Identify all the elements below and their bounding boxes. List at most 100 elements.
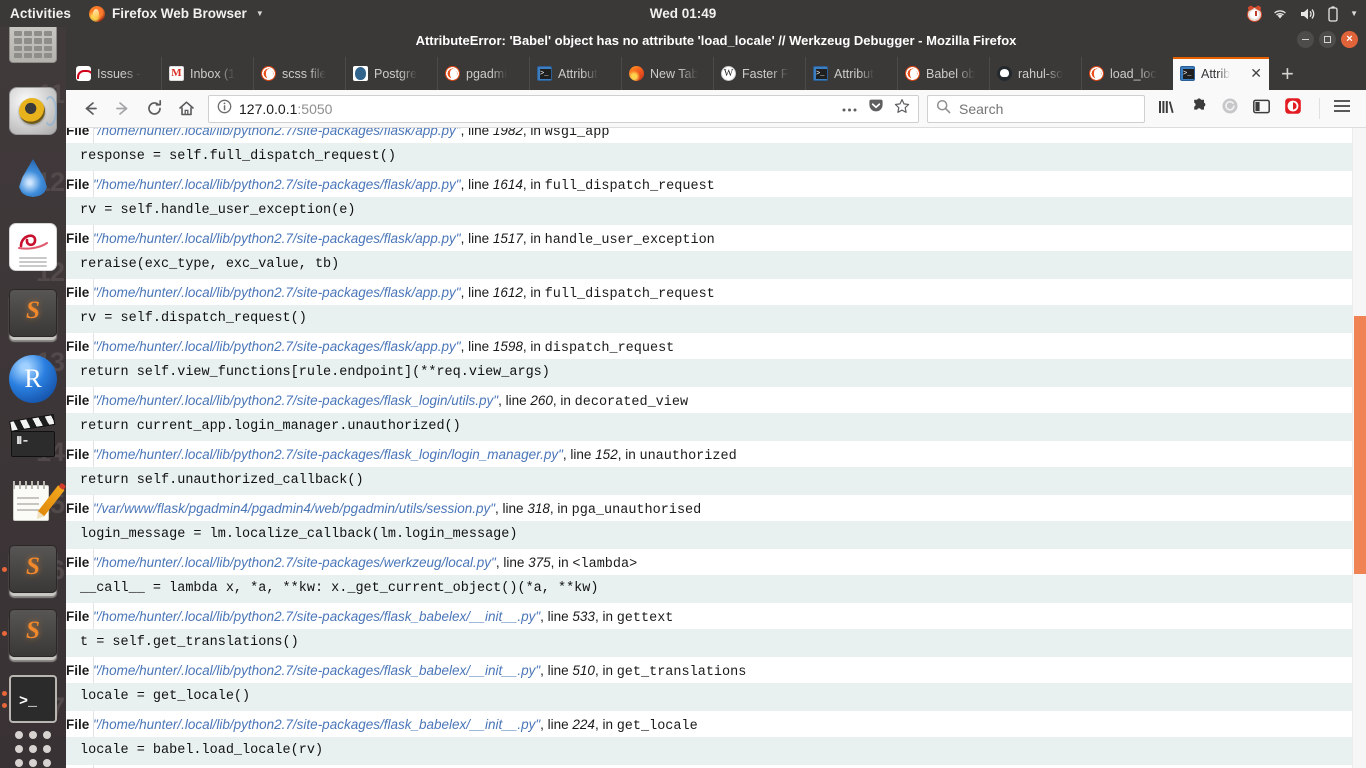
tab-faster-f[interactable]: Faster F	[713, 57, 805, 90]
tab-label: Attrib	[1201, 67, 1230, 81]
tab-close-icon[interactable]: ✕	[1250, 65, 1262, 82]
frame-file-path[interactable]: "/home/hunter/.local/lib/python2.7/site-…	[93, 663, 540, 678]
tab-rahul-so[interactable]: rahul-so	[989, 57, 1081, 90]
frame-file-path[interactable]: "/home/hunter/.local/lib/python2.7/site-…	[93, 447, 563, 462]
tab-issues[interactable]: Issues -	[69, 57, 161, 90]
tab-label: Inbox (1	[190, 67, 235, 81]
dock-item-terminal[interactable]: >_	[9, 675, 57, 723]
dock-item-calculator[interactable]	[9, 27, 57, 63]
battery-icon[interactable]	[1327, 6, 1339, 22]
traceback-frame-header: File "/home/hunter/.local/lib/python2.7/…	[66, 603, 1366, 629]
activities-button[interactable]: Activities	[0, 6, 83, 21]
scrollbar-thumb[interactable]	[1354, 316, 1366, 574]
page-content: File "/home/hunter/.local/lib/python2.7/…	[66, 128, 1366, 768]
tab-attribute-error-active[interactable]: Attrib ✕	[1173, 57, 1269, 90]
hamburger-menu-icon[interactable]	[1319, 98, 1352, 119]
dock-item-rhythmbox[interactable]	[9, 87, 57, 135]
back-arrow-icon[interactable]	[74, 94, 106, 124]
frame-file-path[interactable]: "/home/hunter/.local/lib/python2.7/site-…	[93, 128, 461, 138]
vertical-scrollbar[interactable]	[1352, 128, 1366, 768]
wifi-icon[interactable]	[1272, 7, 1288, 20]
tab-attribute-error-2[interactable]: Attribut	[805, 57, 897, 90]
traceback-frame-header: File "/home/hunter/.local/lib/python2.7/…	[66, 711, 1366, 737]
github-icon	[997, 66, 1012, 81]
url-text[interactable]: 127.0.0.1:5050	[239, 101, 834, 117]
line-keyword: , line	[495, 501, 527, 516]
file-keyword: File	[66, 609, 93, 624]
tab-postgres[interactable]: Postgre	[345, 57, 437, 90]
traceback-source-line: response = self.full_dispatch_request()	[66, 143, 1366, 171]
puzzle-piece-icon[interactable]	[1189, 97, 1208, 120]
url-bar[interactable]: 127.0.0.1:5050	[208, 95, 919, 123]
frame-file-path[interactable]: "/home/hunter/.local/lib/python2.7/site-…	[93, 393, 498, 408]
file-keyword: File	[66, 393, 93, 408]
sidebar-icon[interactable]	[1252, 98, 1271, 120]
sync-circle-icon[interactable]	[1221, 97, 1239, 120]
search-input[interactable]	[959, 101, 1140, 117]
frame-file-path[interactable]: "/home/hunter/.local/lib/python2.7/site-…	[93, 231, 461, 246]
volume-icon[interactable]	[1299, 7, 1316, 21]
tab-label: Attribut	[558, 67, 598, 81]
dock-item-sublime-text[interactable]: S	[9, 289, 57, 337]
tab-new-tab[interactable]: New Tab	[621, 57, 713, 90]
pocket-icon[interactable]	[868, 98, 884, 119]
tab-pgadmin[interactable]: pgadmi	[437, 57, 529, 90]
urlbar-actions[interactable]	[841, 98, 910, 119]
dock-item-water-drop-app[interactable]	[9, 155, 57, 203]
terminal-icon	[1180, 66, 1195, 81]
frame-file-path[interactable]: "/var/www/flask/pgadmin4/pgadmin4/web/pg…	[93, 501, 495, 516]
frame-line-number: 1598	[493, 339, 523, 354]
app-menu-firefox[interactable]: Firefox Web Browser ▼	[83, 6, 270, 22]
star-icon[interactable]	[894, 98, 910, 119]
traceback-source-line: return self.unauthorized_callback()	[66, 467, 1366, 495]
file-keyword: File	[66, 339, 93, 354]
frame-file-path[interactable]: "/home/hunter/.local/lib/python2.7/site-…	[93, 285, 461, 300]
traceback-source-line: rv = self.handle_user_exception(e)	[66, 197, 1366, 225]
reload-icon[interactable]	[138, 94, 170, 124]
frame-file-path[interactable]: "/home/hunter/.local/lib/python2.7/site-…	[93, 339, 461, 354]
new-tab-button[interactable]: +	[1269, 57, 1306, 90]
dock-item-video-editor[interactable]: ▐▌▬	[9, 415, 57, 463]
maximize-button[interactable]	[1319, 31, 1336, 48]
frame-line-number: 375	[528, 555, 551, 570]
frame-file-path[interactable]: "/home/hunter/.local/lib/python2.7/site-…	[93, 609, 540, 624]
dock-item-document-viewer[interactable]	[9, 223, 57, 271]
tab-load-locale[interactable]: load_loc	[1081, 57, 1173, 90]
forward-arrow-icon[interactable]	[106, 94, 138, 124]
system-tray[interactable]: ▼	[1248, 6, 1358, 22]
dock-item-show-applications[interactable]	[9, 725, 57, 768]
tray-chevron-down-icon[interactable]: ▼	[1350, 9, 1358, 18]
dock-item-rstudio[interactable]: R	[9, 355, 57, 403]
traceback-source-line: locale = babel.load_locale(rv)	[66, 737, 1366, 765]
line-keyword: , line	[498, 393, 530, 408]
dock-item-sublime-text-2[interactable]: S	[9, 545, 57, 593]
tab-inbox[interactable]: Inbox (1	[161, 57, 253, 90]
tab-babel-object[interactable]: Babel ob	[897, 57, 989, 90]
frame-file-path[interactable]: "/home/hunter/.local/lib/python2.7/site-…	[93, 555, 496, 570]
ellipsis-icon[interactable]	[841, 100, 858, 118]
traceback-source-line: t = self.get_translations()	[66, 629, 1366, 657]
info-circle-icon[interactable]	[217, 99, 232, 119]
url-host: 127.0.0.1	[239, 101, 297, 117]
window-controls[interactable]: ×	[1297, 31, 1358, 48]
dock-item-notes-app[interactable]	[9, 479, 57, 527]
file-keyword: File	[66, 501, 93, 516]
duckduckgo-icon	[445, 66, 460, 81]
frame-line-number: 510	[572, 663, 595, 678]
close-button[interactable]: ×	[1341, 31, 1358, 48]
frame-file-path[interactable]: "/home/hunter/.local/lib/python2.7/site-…	[93, 717, 540, 732]
frame-function-name: full_dispatch_request	[545, 179, 715, 194]
dock-item-sublime-text-3[interactable]: S	[9, 609, 57, 657]
in-keyword: , in	[523, 339, 545, 354]
alarm-icon[interactable]	[1248, 8, 1261, 21]
firefox-screenshot-icon[interactable]	[1284, 97, 1302, 120]
minimize-button[interactable]	[1297, 31, 1314, 48]
frame-function-name: wsgi_app	[545, 128, 610, 140]
frame-file-path[interactable]: "/home/hunter/.local/lib/python2.7/site-…	[93, 177, 461, 192]
line-keyword: , line	[461, 285, 493, 300]
search-bar[interactable]	[927, 95, 1145, 123]
library-icon[interactable]	[1157, 98, 1176, 120]
home-icon[interactable]	[170, 94, 202, 124]
tab-scss-file[interactable]: scss file	[253, 57, 345, 90]
tab-attribute-error-1[interactable]: Attribut	[529, 57, 621, 90]
